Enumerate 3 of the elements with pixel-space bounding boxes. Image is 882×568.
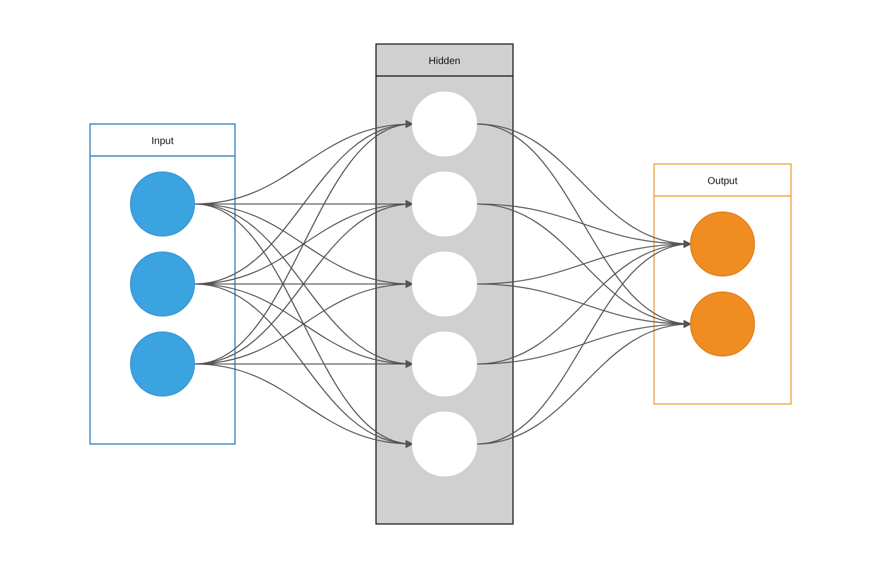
layer-title: Hidden	[428, 56, 460, 67]
layer-title: Input	[151, 136, 174, 147]
layer-title: Output	[707, 176, 738, 187]
